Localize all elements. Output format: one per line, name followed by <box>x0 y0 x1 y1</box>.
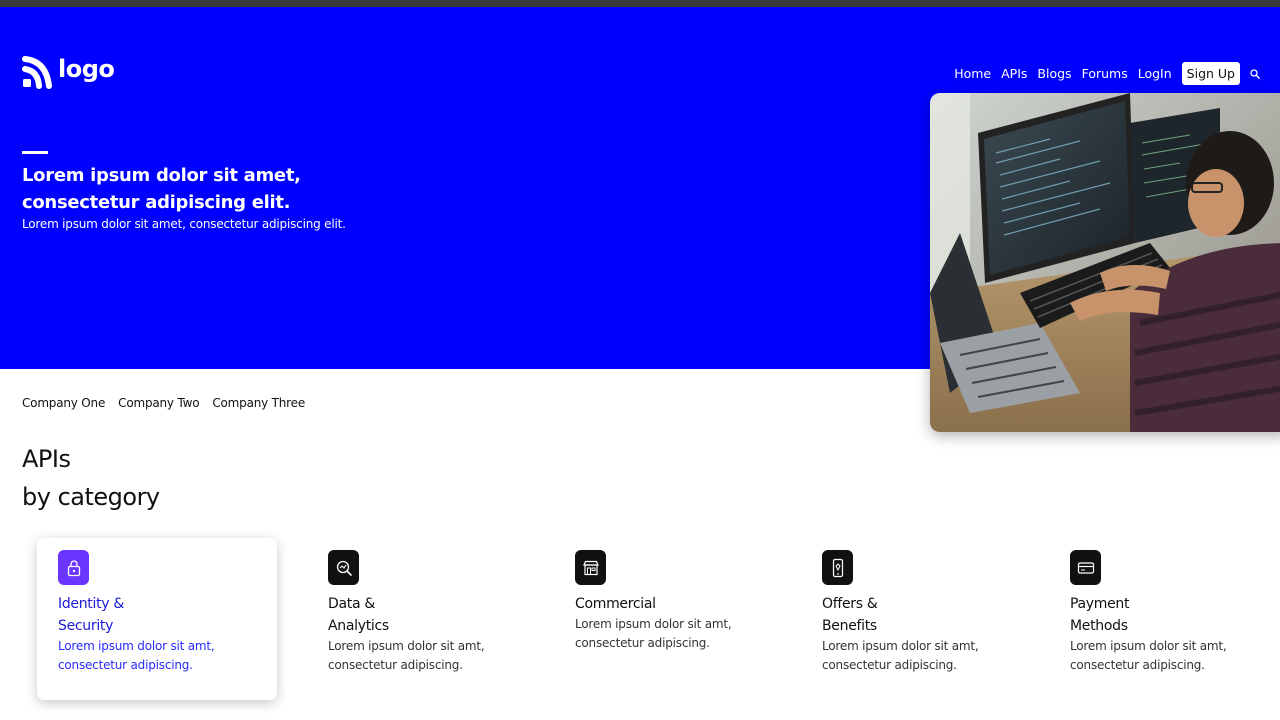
company-one-link[interactable]: Company One <box>22 396 105 410</box>
company-list: Company One Company Two Company Three <box>22 396 318 410</box>
category-description: Lorem ipsum dolor sit amt, consectetur a… <box>1070 637 1280 675</box>
nav-home-link[interactable]: Home <box>954 66 991 81</box>
company-three-link[interactable]: Company Three <box>212 396 305 410</box>
category-card-offers-benefits[interactable]: Offers & Benefits Lorem ipsum dolor sit … <box>822 538 1062 700</box>
category-card-payment-methods[interactable]: Payment Methods Lorem ipsum dolor sit am… <box>1070 538 1280 700</box>
brand-logo-icon <box>22 56 52 89</box>
category-title: Payment Methods <box>1070 593 1280 637</box>
category-desc-line: Lorem ipsum dolor sit amt, <box>822 639 979 653</box>
hero-accent-rule <box>22 151 48 154</box>
category-desc-line: consectetur adipiscing. <box>1070 658 1205 672</box>
category-title: Offers & Benefits <box>822 593 1062 637</box>
category-title-line: Commercial <box>575 596 656 612</box>
browser-top-bar <box>0 0 1280 7</box>
signup-button[interactable]: Sign Up <box>1181 62 1240 85</box>
apis-title-line: by category <box>22 483 160 511</box>
hero-title-line: Lorem ipsum dolor sit amet, <box>22 165 301 186</box>
category-desc-line: Lorem ipsum dolor sit amt, <box>1070 639 1227 653</box>
category-title-line: Analytics <box>328 618 389 634</box>
category-title-line: Offers & <box>822 596 878 612</box>
category-desc-line: consectetur adipiscing. <box>822 658 957 672</box>
company-two-link[interactable]: Company Two <box>118 396 199 410</box>
category-description: Lorem ipsum dolor sit amt, consectetur a… <box>328 637 568 675</box>
category-desc-line: consectetur adipiscing. <box>58 658 193 672</box>
category-desc-line: consectetur adipiscing. <box>328 658 463 672</box>
category-desc-line: Lorem ipsum dolor sit amt, <box>575 617 732 631</box>
nav-forums-link[interactable]: Forums <box>1082 66 1128 81</box>
category-card-commercial[interactable]: Commercial Lorem ipsum dolor sit amt, co… <box>575 538 815 700</box>
category-title-line: Security <box>58 618 114 634</box>
category-title-line: Methods <box>1070 618 1128 634</box>
credit-card-icon <box>1070 550 1101 585</box>
category-description: Lorem ipsum dolor sit amt, consectetur a… <box>575 615 815 653</box>
nav-apis-link[interactable]: APIs <box>1001 66 1027 81</box>
nav-login-link[interactable]: LogIn <box>1138 66 1172 81</box>
storefront-icon <box>575 550 606 585</box>
category-title-line: Identity & <box>58 596 125 612</box>
magnifier-chart-icon <box>328 550 359 585</box>
hero-title-line: consectetur adipiscing elit. <box>22 192 291 213</box>
category-description: Lorem ipsum dolor sit amt, consectetur a… <box>58 637 277 675</box>
hero-subtitle: Lorem ipsum dolor sit amet, consectetur … <box>22 217 346 231</box>
category-desc-line: consectetur adipiscing. <box>575 636 710 650</box>
main-nav: Home APIs Blogs Forums LogIn Sign Up <box>944 62 1260 85</box>
developer-illustration <box>930 93 1280 432</box>
category-card-data-analytics[interactable]: Data & Analytics Lorem ipsum dolor sit a… <box>328 538 568 700</box>
category-card-identity-security[interactable]: Identity & Security Lorem ipsum dolor si… <box>37 538 277 700</box>
category-title: Data & Analytics <box>328 593 568 637</box>
search-icon[interactable] <box>1250 68 1260 79</box>
lock-icon <box>58 550 89 585</box>
nav-blogs-link[interactable]: Blogs <box>1037 66 1071 81</box>
category-title-line: Payment <box>1070 596 1130 612</box>
apis-title-line: APIs <box>22 445 71 473</box>
brand-logo[interactable]: logo <box>22 55 115 89</box>
category-title: Identity & Security <box>58 593 277 637</box>
hero-developer-photo <box>930 93 1280 432</box>
apis-section-title: APIs by category <box>22 440 160 516</box>
category-desc-line: Lorem ipsum dolor sit amt, <box>328 639 485 653</box>
category-desc-line: Lorem ipsum dolor sit amt, <box>58 639 215 653</box>
mobile-offer-icon <box>822 550 853 585</box>
hero-title: Lorem ipsum dolor sit amet, consectetur … <box>22 162 342 216</box>
brand-logo-text: logo <box>58 55 115 83</box>
category-description: Lorem ipsum dolor sit amt, consectetur a… <box>822 637 1062 675</box>
category-title-line: Benefits <box>822 618 877 634</box>
category-title: Commercial <box>575 593 815 615</box>
category-title-line: Data & <box>328 596 375 612</box>
